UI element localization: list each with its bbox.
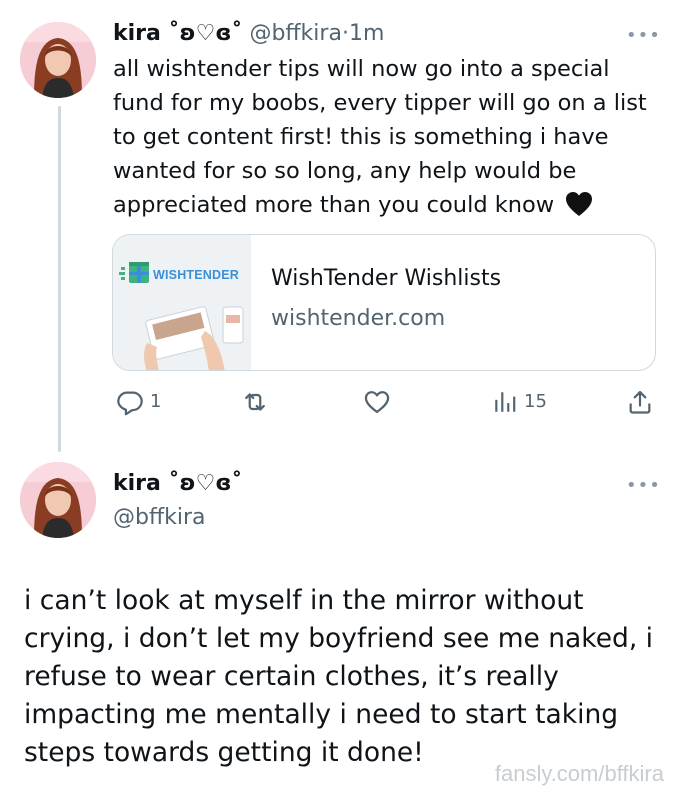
more-options-icon[interactable]: ••• <box>626 477 661 495</box>
wishtender-thumbnail-image <box>113 235 251 370</box>
avatar[interactable] <box>20 22 96 98</box>
tweet-line: fund for my boobs, every tipper will go … <box>113 90 647 116</box>
avatar[interactable] <box>20 462 96 538</box>
handle-row: @bffkira <box>113 504 206 532</box>
tweet-text: all wishtender tips will now go into a s… <box>113 52 653 227</box>
retweet-icon <box>245 393 265 411</box>
timestamp[interactable]: 1m <box>349 21 384 46</box>
handle[interactable]: @bffkira <box>113 505 206 530</box>
retweet-button[interactable] <box>240 387 276 417</box>
tweet-line: to get content first! this is something … <box>113 124 609 150</box>
avatar-photo <box>20 462 96 538</box>
handle[interactable]: @bffkira <box>249 21 342 46</box>
link-preview-card[interactable]: WISHTENDER WishTender Wishlists wishtend… <box>112 234 656 371</box>
watermark: fansly.com/bffkira <box>494 761 664 786</box>
card-title: WishTender Wishlists <box>271 266 502 291</box>
tweet-line: appreciated more than you could know <box>113 192 555 218</box>
tweet-line: refuse to wear certain clothes, it’s rea… <box>24 661 559 692</box>
reply-button[interactable]: 1 <box>116 387 161 417</box>
tweet-line: crying, i don’t let my boyfriend see me … <box>24 623 654 654</box>
reply-count: 1 <box>150 391 162 412</box>
tweet-line: all wishtender tips will now go into a s… <box>113 56 610 82</box>
views-chart-icon <box>495 392 516 412</box>
thread-connector-line <box>58 106 61 452</box>
more-options-icon[interactable]: ••• <box>626 27 661 45</box>
tweet-line-last: appreciated more than you could know <box>113 188 653 227</box>
tweet-line: i can’t look at myself in the mirror wit… <box>24 585 584 616</box>
card-domain: wishtender.com <box>271 306 446 331</box>
separator-dot: · <box>341 21 349 46</box>
heart-icon <box>364 391 390 414</box>
reply-icon <box>117 391 143 416</box>
display-name[interactable]: kira ˚ʚ♡ɞ˚ <box>113 21 242 46</box>
tweet-text: i can’t look at myself in the mirror wit… <box>24 582 664 772</box>
views-count: 15 <box>524 391 547 412</box>
wishtender-logo-text: WISHTENDER <box>153 268 240 282</box>
black-heart-icon <box>565 191 593 227</box>
like-button[interactable] <box>363 387 397 417</box>
tweet-line: wanted for so so long, any help would be <box>113 158 577 184</box>
tweet-line: impacting me mentally i need to start ta… <box>24 699 619 730</box>
avatar-photo <box>20 22 96 98</box>
views-button[interactable]: 15 <box>492 387 547 417</box>
share-button[interactable] <box>626 387 654 417</box>
tweet-header: kira ˚ʚ♡ɞ˚ @bffkira·1m <box>113 20 384 48</box>
tweet-header: kira ˚ʚ♡ɞ˚ <box>113 470 242 498</box>
card-thumbnail: WISHTENDER <box>113 235 251 370</box>
share-icon <box>629 390 651 414</box>
display-name[interactable]: kira ˚ʚ♡ɞ˚ <box>113 471 242 496</box>
